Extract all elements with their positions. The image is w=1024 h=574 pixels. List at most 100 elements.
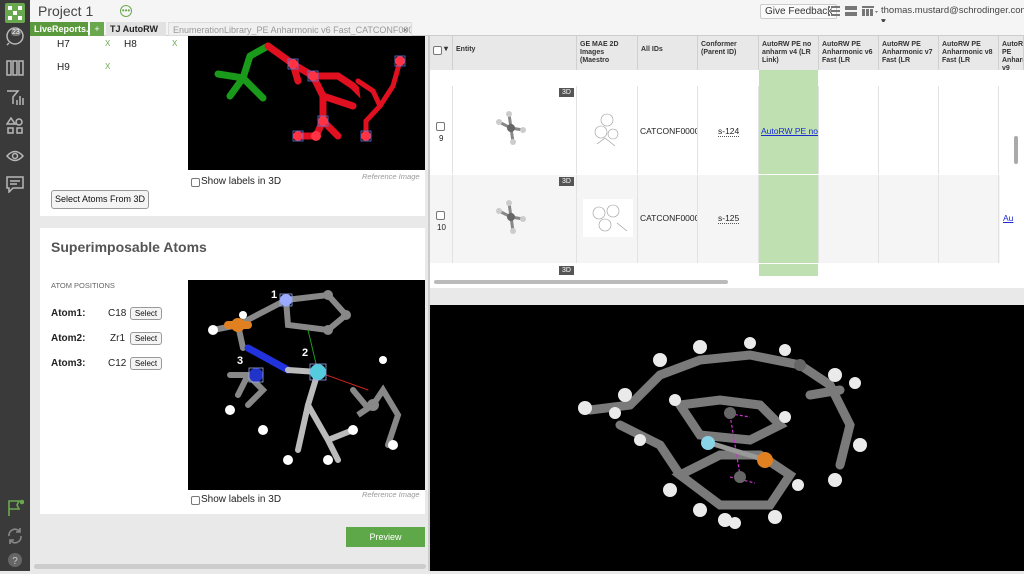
grid-view-icon[interactable] <box>845 6 857 19</box>
refresh-icon[interactable] <box>5 526 25 546</box>
show-labels-checkbox[interactable] <box>191 496 200 505</box>
column-header-autorw-v4[interactable]: AutoRW PE no anharm v4 (LR Link) <box>759 36 819 70</box>
left-rail: 23 ? <box>0 0 30 571</box>
layout-view-icon[interactable] <box>862 6 878 19</box>
table-row[interactable]: 10 3D CATCONF00000 s-125 Au <box>430 175 1013 263</box>
column-header-autorw-v7[interactable]: AutoRW PE Anharmonic v7 Fast (LR <box>879 36 939 70</box>
atom-positions-label: ATOM POSITIONS <box>51 281 115 290</box>
tab-enumeration-library[interactable]: EnumerationLibrary_PE Anharmonic v6 Fast… <box>168 22 412 36</box>
column-header-autorw-v6[interactable]: AutoRW PE Anharmonic v6 Fast (LR <box>819 36 879 70</box>
table-row-partial: 3D <box>430 264 1000 276</box>
ellipsis-icon[interactable]: ••• <box>120 5 132 17</box>
molecule-3d-large <box>578 337 867 529</box>
3d-viewer[interactable] <box>430 305 1024 571</box>
atom2-select-button[interactable]: Select <box>130 332 162 345</box>
svg-text:?: ? <box>12 556 18 567</box>
chevron-down-icon[interactable]: ▾ <box>444 45 448 53</box>
select-atoms-from-3d-button[interactable]: Select Atoms From 3D <box>51 190 149 209</box>
all-ids-cell: CATCONF00000 <box>638 175 698 263</box>
all-ids-cell: CATCONF00000 <box>638 86 698 174</box>
atom-label: H9 <box>57 62 70 73</box>
eye-icon[interactable] <box>5 146 25 166</box>
list-view-icon[interactable] <box>828 6 840 19</box>
comment-icon[interactable] <box>5 174 25 194</box>
atom-selection-card: H7 X H8 X H9 X Show labels in 3D Referen… <box>40 36 425 216</box>
reference-image-caption: Reference Image <box>362 490 420 499</box>
data-grid: ▾ Entity GE MAE 2D Images (Maestro All I… <box>430 36 1024 288</box>
flag-icon[interactable] <box>5 498 25 518</box>
autorw-v6-cell <box>819 175 879 263</box>
autorw-link[interactable]: AutoRW PE no a <box>761 126 818 136</box>
filter-chart-icon[interactable] <box>5 88 25 108</box>
reference-image-caption: Reference Image <box>362 172 420 181</box>
columns-icon[interactable] <box>5 58 25 78</box>
remove-atom-icon[interactable]: X <box>105 39 110 48</box>
column-header-all-ids[interactable]: All IDs <box>638 36 698 70</box>
close-icon[interactable]: × <box>403 23 408 35</box>
left-panel: H7 X H8 X H9 X Show labels in 3D Referen… <box>30 36 430 571</box>
ge-image-cell <box>577 86 638 174</box>
autorw-v4-cell <box>759 175 819 263</box>
table-row[interactable]: 9 3D CATCONF00000 s-124 AutoRW PE no a <box>430 86 1000 174</box>
conformer-link[interactable]: s-125 <box>718 213 740 224</box>
horizontal-scrollbar[interactable] <box>34 564 426 569</box>
molecule-viewer-top[interactable] <box>188 36 425 170</box>
panel-divider-horizontal[interactable] <box>430 288 1024 305</box>
column-header-conformer[interactable]: Conformer (Parent ID) <box>698 36 759 70</box>
3d-badge[interactable]: 3D <box>559 177 574 186</box>
autorw-v8-cell <box>939 86 999 174</box>
molecule-2d-thumbnail <box>594 113 619 147</box>
atom1-value: C18 <box>108 308 127 319</box>
molecule-2d-thumbnail <box>583 199 633 237</box>
row-checkbox[interactable] <box>436 211 445 220</box>
3d-badge[interactable]: 3D <box>559 88 574 97</box>
tab-enumeration-label: EnumerationLibrary_PE Anharmonic v6 Fast… <box>173 25 412 35</box>
id-value: CATCONF00000 <box>640 126 698 136</box>
section-title: Superimposable Atoms <box>51 239 207 255</box>
column-header-autorw-v9[interactable]: AutoRW PE Anharmonic v9 Fast (LR <box>999 36 1024 70</box>
column-header-autorw-v8[interactable]: AutoRW PE Anharmonic v8 Fast (LR <box>939 36 999 70</box>
molecule-viewer-superimpose[interactable]: 1 2 3 <box>188 280 425 490</box>
row-number: 9 <box>439 134 444 143</box>
give-feedback-button[interactable]: Give Feedback <box>760 4 838 19</box>
atom1-label: Atom1: <box>51 308 86 319</box>
tab-autorw-label: TJ AutoRW <box>110 24 158 34</box>
horizontal-scrollbar[interactable] <box>434 280 728 284</box>
table-row-partial <box>430 70 1000 86</box>
conformer-link[interactable]: s-124 <box>718 126 740 137</box>
column-header-ge-images[interactable]: GE MAE 2D Images (Maestro <box>577 36 638 70</box>
mol-label-3: 3 <box>237 355 243 367</box>
molecule-structure-top <box>214 42 406 142</box>
help-icon[interactable]: ? <box>5 550 25 570</box>
remove-atom-icon[interactable]: X <box>105 62 110 71</box>
atom3-select-button[interactable]: Select <box>130 357 162 370</box>
column-header-entity[interactable]: Entity <box>453 36 577 70</box>
conformer-cell: s-125 <box>698 175 759 263</box>
autorw-v6-cell <box>819 86 879 174</box>
show-labels-label: Show labels in 3D <box>201 176 282 187</box>
autorw-link[interactable]: Au <box>1003 213 1013 223</box>
atom3-value: C12 <box>108 358 127 369</box>
preview-button[interactable]: Preview <box>346 527 425 547</box>
atom-label: H8 <box>124 39 137 50</box>
atom3-label: Atom3: <box>51 358 86 369</box>
entity-cell: 3D <box>453 86 577 174</box>
3d-badge[interactable]: 3D <box>559 266 574 275</box>
entity-cell: 3D <box>453 175 577 263</box>
row-checkbox[interactable] <box>436 122 445 131</box>
atom1-select-button[interactable]: Select <box>130 307 162 320</box>
project-title[interactable]: Project 1 <box>38 3 93 19</box>
atom2-label: Atom2: <box>51 333 86 344</box>
notification-badge: 23 <box>11 29 21 36</box>
select-all-checkbox[interactable] <box>433 46 442 55</box>
add-tab-button[interactable]: + <box>90 22 104 36</box>
tab-livereports[interactable]: LiveReports... <box>30 22 88 36</box>
shapes-icon[interactable] <box>5 116 25 136</box>
tab-bar: LiveReports... + TJ AutoRW ▾ Enumeration… <box>30 22 1024 36</box>
notifications-icon[interactable]: 23 <box>5 26 25 46</box>
remove-atom-icon[interactable]: X <box>172 39 177 48</box>
app-logo-icon[interactable] <box>5 3 25 23</box>
tab-autorw[interactable]: TJ AutoRW ▾ <box>106 22 166 36</box>
vertical-scrollbar[interactable] <box>1014 136 1018 164</box>
show-labels-checkbox[interactable] <box>191 178 200 187</box>
